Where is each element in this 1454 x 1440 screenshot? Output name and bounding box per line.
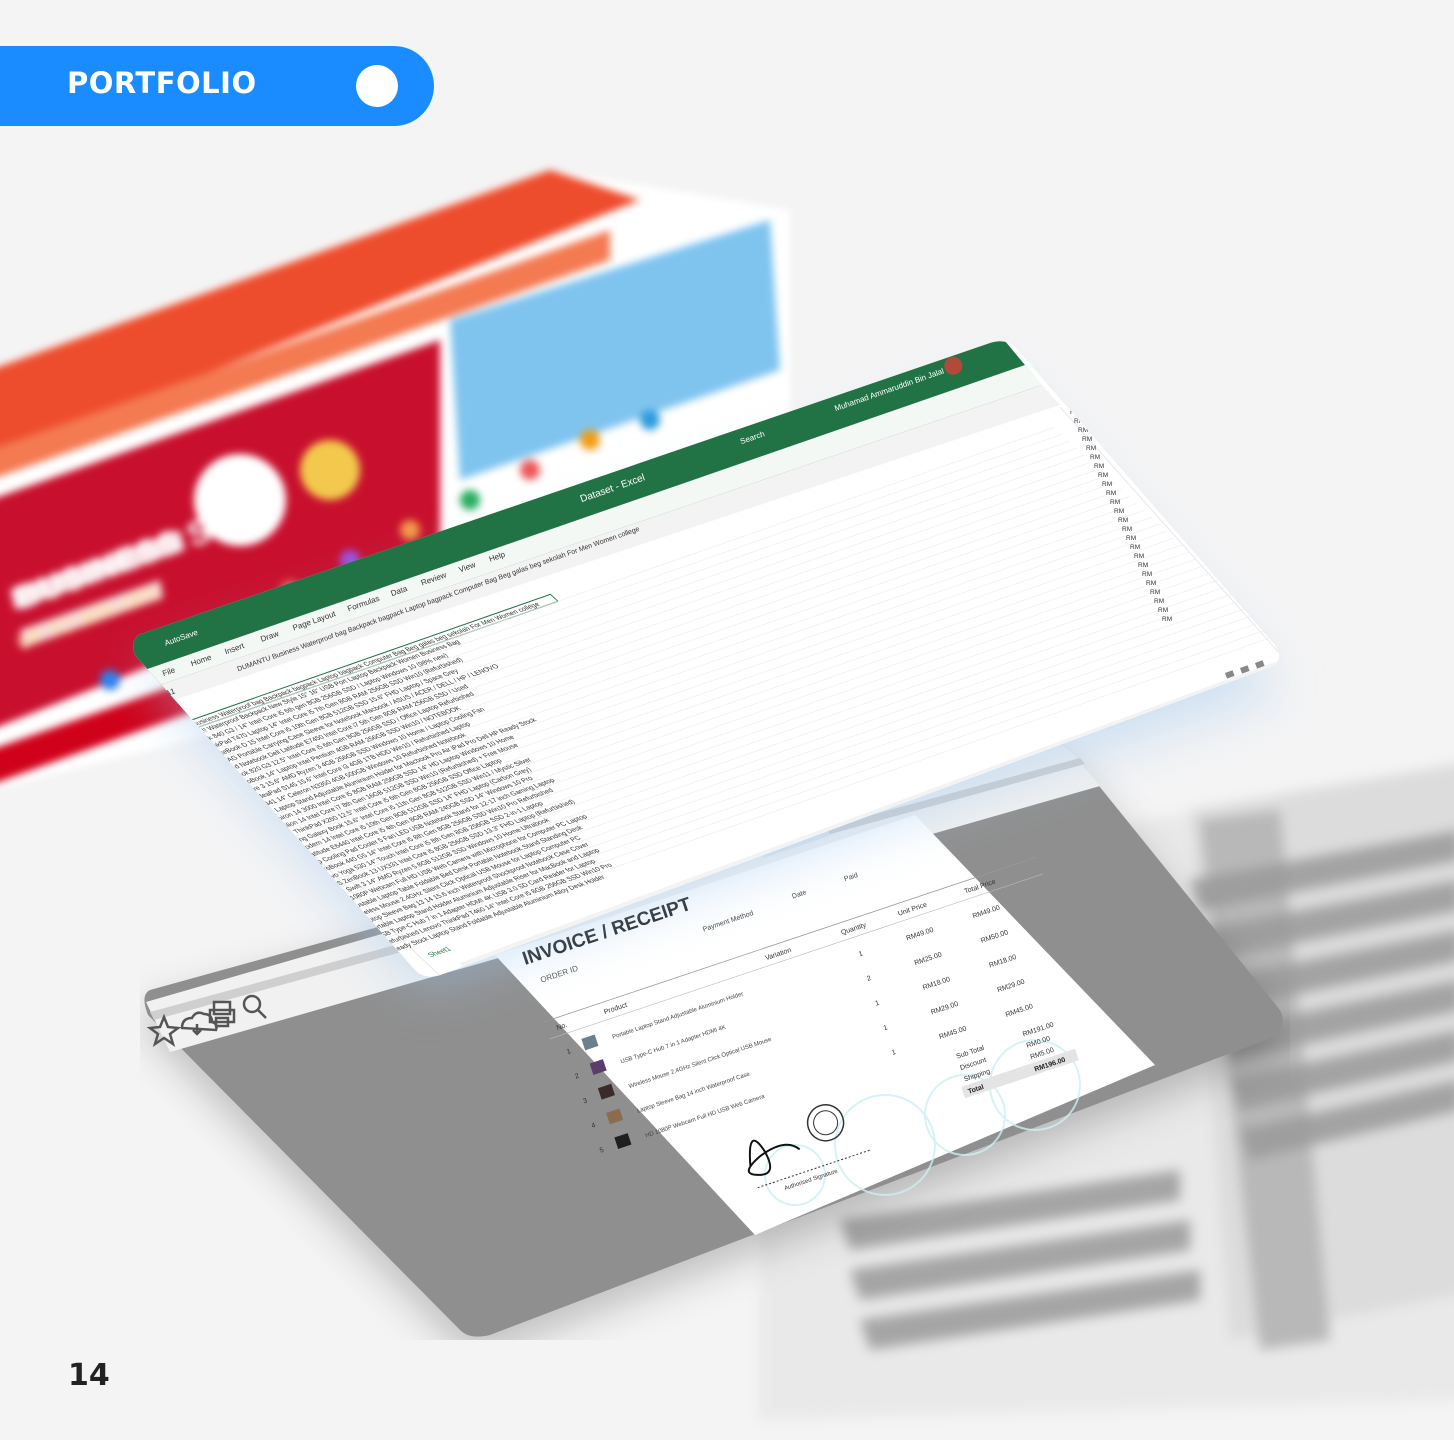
price-cell[interactable]: RM (1146, 580, 1156, 587)
row-number: 10 (210, 799, 222, 806)
price-cell[interactable]: RM (1066, 400, 1076, 407)
price-cell[interactable]: RM (1078, 427, 1088, 434)
row-number: 32 (375, 951, 387, 958)
row-number: 15 (248, 834, 260, 841)
price-cell[interactable]: RM (1114, 508, 1124, 515)
product-thumbnail (597, 1083, 615, 1100)
row-number: 25 (323, 903, 335, 910)
invoice-row-no: 4 (591, 1122, 597, 1130)
price-cell[interactable]: RM (1082, 436, 1092, 443)
price-cell[interactable]: RM (1094, 463, 1104, 470)
row-number: 18 (270, 855, 282, 862)
row-number: 9 (203, 794, 212, 800)
row-number: 26 (330, 910, 342, 917)
invoice-row-no: 3 (582, 1097, 588, 1105)
row-number: 20 (285, 868, 297, 875)
status-ready: Ready (384, 960, 410, 973)
price-cell[interactable]: RM (1130, 544, 1140, 551)
excel-window: Dataset - Excel Search Muhamad Ammaruddi… (130, 335, 1290, 985)
price-cell[interactable]: RM (1162, 616, 1172, 623)
invoice-row-no: 1 (566, 1048, 572, 1056)
price-cell[interactable]: RM (1134, 553, 1144, 560)
row-number: 16 (255, 841, 267, 848)
price-cell[interactable]: RM (1106, 490, 1116, 497)
price-cell[interactable]: RM (1142, 571, 1152, 578)
portfolio-scene: BUSINESS SALE UP TO 90% OFF INVOICE / RE… (0, 0, 1454, 1440)
row-number: 28 (345, 924, 357, 931)
price-cell[interactable]: RM (1086, 445, 1096, 452)
row-number: 19 (278, 862, 290, 869)
price-cell[interactable]: RM (1150, 589, 1160, 596)
row-number: 14 (240, 827, 252, 834)
price-cell[interactable]: RM (1058, 382, 1068, 389)
row-number: 12 (225, 813, 237, 820)
row-number: 29 (353, 931, 365, 938)
row-number: 17 (263, 848, 275, 855)
product-thumbnail (606, 1108, 624, 1125)
row-number: 7 (188, 780, 197, 786)
invoice-row-no: 5 (599, 1147, 605, 1155)
row-number: 30 (360, 938, 372, 945)
page-number: 14 (68, 1358, 110, 1393)
row-number: 13 (233, 820, 245, 827)
price-cell[interactable]: RM (1118, 517, 1128, 524)
price-cell[interactable]: RM (1126, 535, 1136, 542)
row-number: 31 (367, 944, 379, 951)
invoice-row-no: 2 (574, 1073, 580, 1081)
price-cell[interactable]: RM (1158, 607, 1168, 614)
row-number: 5 (173, 766, 182, 772)
price-cell[interactable]: RM (1062, 391, 1072, 398)
price-cell[interactable]: RM (1154, 598, 1164, 605)
price-cell[interactable]: RM (1122, 526, 1132, 533)
price-cell[interactable]: RM (1074, 418, 1084, 425)
price-cell[interactable]: RM (1110, 499, 1120, 506)
excel-graphic: Dataset - Excel Search Muhamad Ammaruddi… (133, 341, 1280, 977)
price-cell[interactable]: RM (1090, 454, 1100, 461)
row-number: 8 (195, 787, 204, 793)
row-number: 21 (293, 875, 305, 882)
price-cell[interactable]: RM (1102, 481, 1112, 488)
price-cell[interactable]: RM (1098, 472, 1108, 479)
price-cell[interactable]: RM (1070, 409, 1080, 416)
product-thumbnail (614, 1133, 632, 1149)
price-cell[interactable]: RM (1138, 562, 1148, 569)
row-number: 4 (165, 759, 174, 765)
row-number: 11 (218, 806, 230, 813)
row-number: 3 (158, 752, 167, 758)
row-number: 23 (308, 889, 320, 896)
row-number: 22 (300, 882, 312, 889)
row-number: 1 (143, 738, 152, 744)
row-number: 2 (150, 745, 159, 751)
row-number: 27 (338, 917, 350, 924)
row-number: 24 (315, 896, 327, 903)
row-number: 6 (180, 773, 189, 779)
